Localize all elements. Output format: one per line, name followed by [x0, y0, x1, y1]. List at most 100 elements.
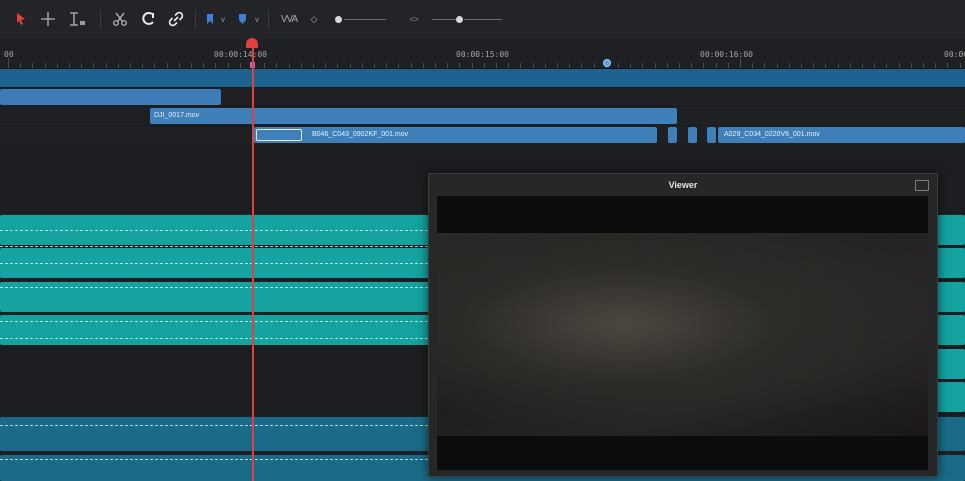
track-height-slider-track[interactable]	[464, 19, 502, 20]
selection-arrow-icon[interactable]	[14, 9, 28, 29]
video-clip[interactable]	[688, 127, 697, 143]
ruler-tick	[203, 63, 205, 68]
ruler-tick	[398, 63, 400, 68]
ruler-tick	[276, 63, 278, 68]
viewer-window[interactable]: Viewer	[428, 173, 938, 477]
playhead-handle[interactable]	[246, 38, 258, 48]
ruler-tick	[679, 63, 680, 68]
ruler-tick	[910, 63, 912, 68]
ruler-tick	[337, 63, 339, 68]
zoom-mode-icon[interactable]: <>	[406, 9, 422, 29]
timecode-label: 00:00:14:00	[214, 50, 267, 59]
timeline-ruler[interactable]: 00 00:00:14:00 00:00:15:00 00:00:16:00 0…	[0, 38, 965, 69]
ruler-tick	[239, 63, 241, 68]
marker-icon[interactable]	[237, 9, 247, 29]
ruler-tick	[642, 63, 644, 68]
dynamic-trim-icon[interactable]	[66, 9, 88, 29]
waveform-line	[0, 246, 428, 247]
ruler-tick	[44, 63, 46, 68]
video-clip[interactable]	[0, 89, 221, 105]
ruler-tick	[593, 63, 595, 68]
viewer-frame	[437, 196, 928, 470]
ruler-tick	[166, 63, 168, 68]
flag-icon[interactable]	[205, 9, 215, 29]
ruler-tick	[154, 63, 156, 68]
ruler-tick	[849, 63, 851, 68]
video-clip[interactable]	[668, 127, 677, 143]
ruler-tick	[288, 63, 290, 68]
toolbar-divider	[100, 9, 101, 29]
video-clip-dji[interactable]: DJI_0017.mov	[150, 108, 677, 124]
flag-dropdown-icon[interactable]: v	[219, 9, 227, 29]
clip-selection-box	[256, 129, 302, 141]
blade-trim-icon[interactable]	[40, 9, 56, 29]
zoom-slider-track[interactable]	[344, 19, 386, 20]
ruler-tick	[227, 63, 229, 68]
ruler-tick	[703, 63, 705, 68]
ruler-tick	[422, 63, 424, 68]
ruler-tick	[32, 63, 34, 68]
ruler-tick	[117, 63, 119, 68]
link-icon[interactable]	[168, 9, 184, 29]
razor-icon[interactable]	[112, 9, 128, 29]
video-clip-a029[interactable]: A029_C034_0220V6_001.mov	[718, 127, 965, 143]
ruler-tick	[825, 63, 827, 68]
ruler-tick	[386, 63, 388, 68]
ruler-tick	[752, 63, 754, 68]
ruler-tick	[349, 63, 351, 68]
waveform-line	[0, 425, 428, 426]
audio-clip[interactable]	[934, 349, 965, 379]
ruler-tick	[764, 63, 766, 68]
ruler-tick	[727, 63, 729, 68]
marker-dropdown-icon[interactable]: v	[253, 9, 261, 29]
ruler-tick	[959, 63, 961, 68]
ruler-tick	[837, 63, 839, 68]
ruler-tick	[447, 63, 449, 68]
audio-waveform-icon[interactable]: VVA	[278, 9, 300, 29]
video-track-3[interactable]	[0, 88, 965, 106]
viewer-expand-icon[interactable]	[915, 180, 929, 191]
video-track-1[interactable]: B046_C043_0902KF_001.mov A029_C034_0220V…	[0, 126, 965, 144]
ruler-tick	[410, 63, 412, 68]
ruler-tick	[666, 63, 668, 68]
video-clip-b046[interactable]: B046_C043_0902KF_001.mov	[254, 127, 657, 143]
ruler-tick	[581, 63, 583, 68]
track-height-slider-track[interactable]	[432, 19, 456, 20]
waveform-line	[0, 321, 428, 322]
ruler-tick	[654, 63, 656, 68]
zoom-slider-handle[interactable]	[335, 16, 342, 23]
zoom-icon[interactable]: ◇	[309, 9, 319, 29]
ruler-tick	[142, 63, 144, 68]
ruler-tick	[374, 63, 375, 68]
ruler-tick	[8, 58, 9, 68]
timecode-label: 00:00:16:00	[700, 50, 753, 59]
ruler-tick	[313, 63, 314, 68]
playhead-line[interactable]	[252, 44, 254, 481]
ruler-tick	[544, 63, 546, 68]
timecode-label: 00:00:15:00	[456, 50, 509, 59]
waveform-line	[0, 459, 428, 460]
ruler-tick	[886, 63, 888, 68]
ruler-tick	[862, 63, 863, 68]
ruler-tick	[178, 63, 180, 68]
ruler-tick	[483, 63, 485, 68]
ruler-tick	[532, 63, 534, 68]
timeline-marker[interactable]	[603, 59, 611, 67]
ruler-tick	[935, 63, 937, 68]
ruler-tick	[93, 63, 95, 68]
ruler-tick	[557, 63, 558, 68]
ruler-tick	[898, 63, 900, 68]
snapping-icon[interactable]	[141, 9, 157, 29]
video-track-2[interactable]: DJI_0017.mov	[0, 107, 965, 125]
clip-name: A029_C034_0220V6_001.mov	[724, 131, 820, 138]
video-track-4[interactable]	[0, 69, 965, 87]
ruler-tick	[776, 63, 778, 68]
track-height-slider-handle[interactable]	[456, 16, 463, 23]
ruler-tick	[569, 63, 571, 68]
clip-name: B046_C043_0902KF_001.mov	[312, 131, 409, 138]
waveform-line	[0, 287, 428, 288]
ruler-tick	[435, 63, 436, 68]
video-clip[interactable]	[707, 127, 716, 143]
ruler-tick	[740, 58, 741, 68]
audio-clip[interactable]	[934, 382, 965, 412]
